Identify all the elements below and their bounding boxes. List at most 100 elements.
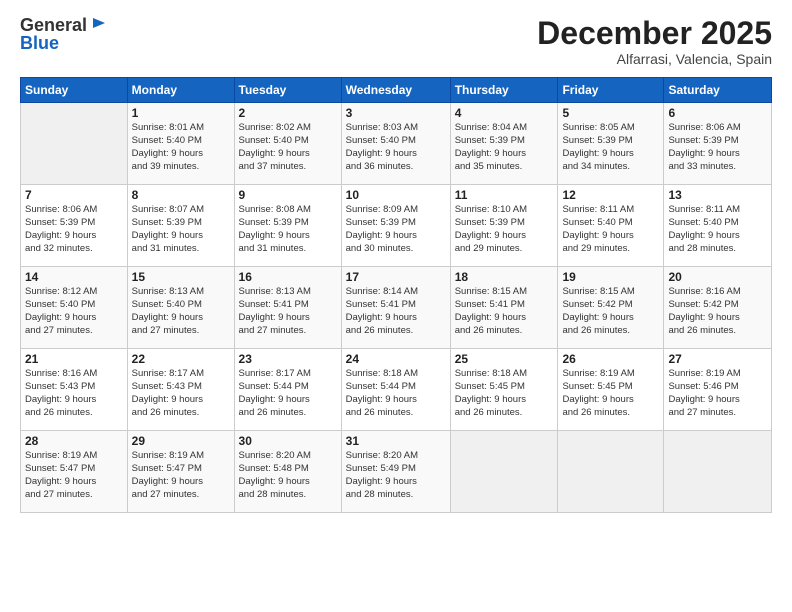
calendar-cell: 23 Sunrise: 8:17 AM Sunset: 5:44 PM Dayli… [234,349,341,431]
calendar-table: SundayMondayTuesdayWednesdayThursdayFrid… [20,77,772,513]
calendar-week-5: 28Sunrise: 8:19 AM Sunset: 5:47 PM Dayli… [21,431,772,513]
calendar-cell: 18 Sunrise: 8:15 AM Sunset: 5:41 PM Dayli… [450,267,558,349]
day-info: Sunrise: 8:15 AM Sunset: 5:41 PM Dayligh… [455,286,554,337]
calendar-cell: 14 Sunrise: 8:12 AM Sunset: 5:40 PM Dayli… [21,267,128,349]
day-number: 23 [239,352,337,366]
day-number: 13 [668,188,767,202]
day-number: 6 [668,106,767,120]
day-info: Sunrise: 8:20 AM Sunset: 5:48 PM Dayligh… [239,450,337,501]
calendar-cell: 7 Sunrise: 8:06 AM Sunset: 5:39 PM Daylig… [21,185,128,267]
day-info: Sunrise: 8:17 AM Sunset: 5:44 PM Dayligh… [239,368,337,419]
calendar-cell: 11 Sunrise: 8:10 AM Sunset: 5:39 PM Dayli… [450,185,558,267]
calendar-cell: 25 Sunrise: 8:18 AM Sunset: 5:45 PM Dayli… [450,349,558,431]
calendar-cell: 5 Sunrise: 8:05 AM Sunset: 5:39 PM Daylig… [558,103,664,185]
col-header-saturday: Saturday [664,78,772,103]
calendar-cell: 28Sunrise: 8:19 AM Sunset: 5:47 PM Dayli… [21,431,128,513]
calendar-cell: 13Sunrise: 8:11 AM Sunset: 5:40 PM Dayli… [664,185,772,267]
calendar-cell: 26 Sunrise: 8:19 AM Sunset: 5:45 PM Dayli… [558,349,664,431]
day-info: Sunrise: 8:01 AM Sunset: 5:40 PM Dayligh… [132,122,230,173]
calendar-cell [21,103,128,185]
calendar-cell: 6 Sunrise: 8:06 AM Sunset: 5:39 PM Daylig… [664,103,772,185]
day-number: 31 [346,434,446,448]
calendar-cell: 2Sunrise: 8:02 AM Sunset: 5:40 PM Daylig… [234,103,341,185]
day-info: Sunrise: 8:16 AM Sunset: 5:42 PM Dayligh… [668,286,767,337]
day-number: 29 [132,434,230,448]
day-number: 2 [239,106,337,120]
calendar-cell [450,431,558,513]
day-number: 21 [25,352,123,366]
col-header-monday: Monday [127,78,234,103]
col-header-friday: Friday [558,78,664,103]
calendar-cell: 1Sunrise: 8:01 AM Sunset: 5:40 PM Daylig… [127,103,234,185]
day-info: Sunrise: 8:14 AM Sunset: 5:41 PM Dayligh… [346,286,446,337]
col-header-tuesday: Tuesday [234,78,341,103]
day-info: Sunrise: 8:06 AM Sunset: 5:39 PM Dayligh… [668,122,767,173]
calendar-cell: 19Sunrise: 8:15 AM Sunset: 5:42 PM Dayli… [558,267,664,349]
day-info: Sunrise: 8:18 AM Sunset: 5:44 PM Dayligh… [346,368,446,419]
day-info: Sunrise: 8:12 AM Sunset: 5:40 PM Dayligh… [25,286,123,337]
day-number: 9 [239,188,337,202]
day-info: Sunrise: 8:19 AM Sunset: 5:45 PM Dayligh… [562,368,659,419]
day-info: Sunrise: 8:13 AM Sunset: 5:41 PM Dayligh… [239,286,337,337]
day-number: 4 [455,106,554,120]
day-info: Sunrise: 8:17 AM Sunset: 5:43 PM Dayligh… [132,368,230,419]
day-number: 19 [562,270,659,284]
calendar-header-row: SundayMondayTuesdayWednesdayThursdayFrid… [21,78,772,103]
day-info: Sunrise: 8:08 AM Sunset: 5:39 PM Dayligh… [239,204,337,255]
day-number: 5 [562,106,659,120]
day-number: 7 [25,188,123,202]
calendar-cell: 30Sunrise: 8:20 AM Sunset: 5:48 PM Dayli… [234,431,341,513]
day-number: 10 [346,188,446,202]
day-number: 16 [239,270,337,284]
calendar-cell [558,431,664,513]
calendar-cell: 16 Sunrise: 8:13 AM Sunset: 5:41 PM Dayli… [234,267,341,349]
logo-flag-icon [89,16,107,34]
calendar-cell: 20 Sunrise: 8:16 AM Sunset: 5:42 PM Dayli… [664,267,772,349]
day-number: 20 [668,270,767,284]
logo-blue: Blue [20,34,59,54]
location: Alfarrasi, Valencia, Spain [537,51,772,67]
day-number: 8 [132,188,230,202]
day-info: Sunrise: 8:10 AM Sunset: 5:39 PM Dayligh… [455,204,554,255]
day-info: Sunrise: 8:13 AM Sunset: 5:40 PM Dayligh… [132,286,230,337]
day-info: Sunrise: 8:03 AM Sunset: 5:40 PM Dayligh… [346,122,446,173]
page: General Blue December 2025 Alfarrasi, Va… [0,0,792,612]
calendar-cell: 10 Sunrise: 8:09 AM Sunset: 5:39 PM Dayli… [341,185,450,267]
calendar-cell: 24 Sunrise: 8:18 AM Sunset: 5:44 PM Dayli… [341,349,450,431]
day-number: 24 [346,352,446,366]
calendar-cell: 15Sunrise: 8:13 AM Sunset: 5:40 PM Dayli… [127,267,234,349]
calendar-cell: 9 Sunrise: 8:08 AM Sunset: 5:39 PM Daylig… [234,185,341,267]
day-number: 25 [455,352,554,366]
day-info: Sunrise: 8:11 AM Sunset: 5:40 PM Dayligh… [562,204,659,255]
calendar-week-4: 21 Sunrise: 8:16 AM Sunset: 5:43 PM Dayli… [21,349,772,431]
day-info: Sunrise: 8:18 AM Sunset: 5:45 PM Dayligh… [455,368,554,419]
day-number: 14 [25,270,123,284]
day-number: 28 [25,434,123,448]
day-info: Sunrise: 8:16 AM Sunset: 5:43 PM Dayligh… [25,368,123,419]
day-info: Sunrise: 8:19 AM Sunset: 5:46 PM Dayligh… [668,368,767,419]
day-number: 17 [346,270,446,284]
calendar-cell: 8 Sunrise: 8:07 AM Sunset: 5:39 PM Daylig… [127,185,234,267]
calendar-cell: 3Sunrise: 8:03 AM Sunset: 5:40 PM Daylig… [341,103,450,185]
day-info: Sunrise: 8:20 AM Sunset: 5:49 PM Dayligh… [346,450,446,501]
calendar-cell: 29Sunrise: 8:19 AM Sunset: 5:47 PM Dayli… [127,431,234,513]
day-number: 26 [562,352,659,366]
day-info: Sunrise: 8:06 AM Sunset: 5:39 PM Dayligh… [25,204,123,255]
calendar-cell: 12 Sunrise: 8:11 AM Sunset: 5:40 PM Dayli… [558,185,664,267]
calendar-cell: 27 Sunrise: 8:19 AM Sunset: 5:46 PM Dayli… [664,349,772,431]
calendar-week-2: 7 Sunrise: 8:06 AM Sunset: 5:39 PM Daylig… [21,185,772,267]
day-info: Sunrise: 8:09 AM Sunset: 5:39 PM Dayligh… [346,204,446,255]
title-block: December 2025 Alfarrasi, Valencia, Spain [537,16,772,67]
day-number: 11 [455,188,554,202]
day-info: Sunrise: 8:07 AM Sunset: 5:39 PM Dayligh… [132,204,230,255]
day-number: 27 [668,352,767,366]
calendar-cell: 21 Sunrise: 8:16 AM Sunset: 5:43 PM Dayli… [21,349,128,431]
calendar-cell: 22Sunrise: 8:17 AM Sunset: 5:43 PM Dayli… [127,349,234,431]
day-number: 12 [562,188,659,202]
col-header-wednesday: Wednesday [341,78,450,103]
calendar-cell: 31 Sunrise: 8:20 AM Sunset: 5:49 PM Dayli… [341,431,450,513]
day-number: 18 [455,270,554,284]
day-info: Sunrise: 8:05 AM Sunset: 5:39 PM Dayligh… [562,122,659,173]
calendar-cell [664,431,772,513]
col-header-sunday: Sunday [21,78,128,103]
